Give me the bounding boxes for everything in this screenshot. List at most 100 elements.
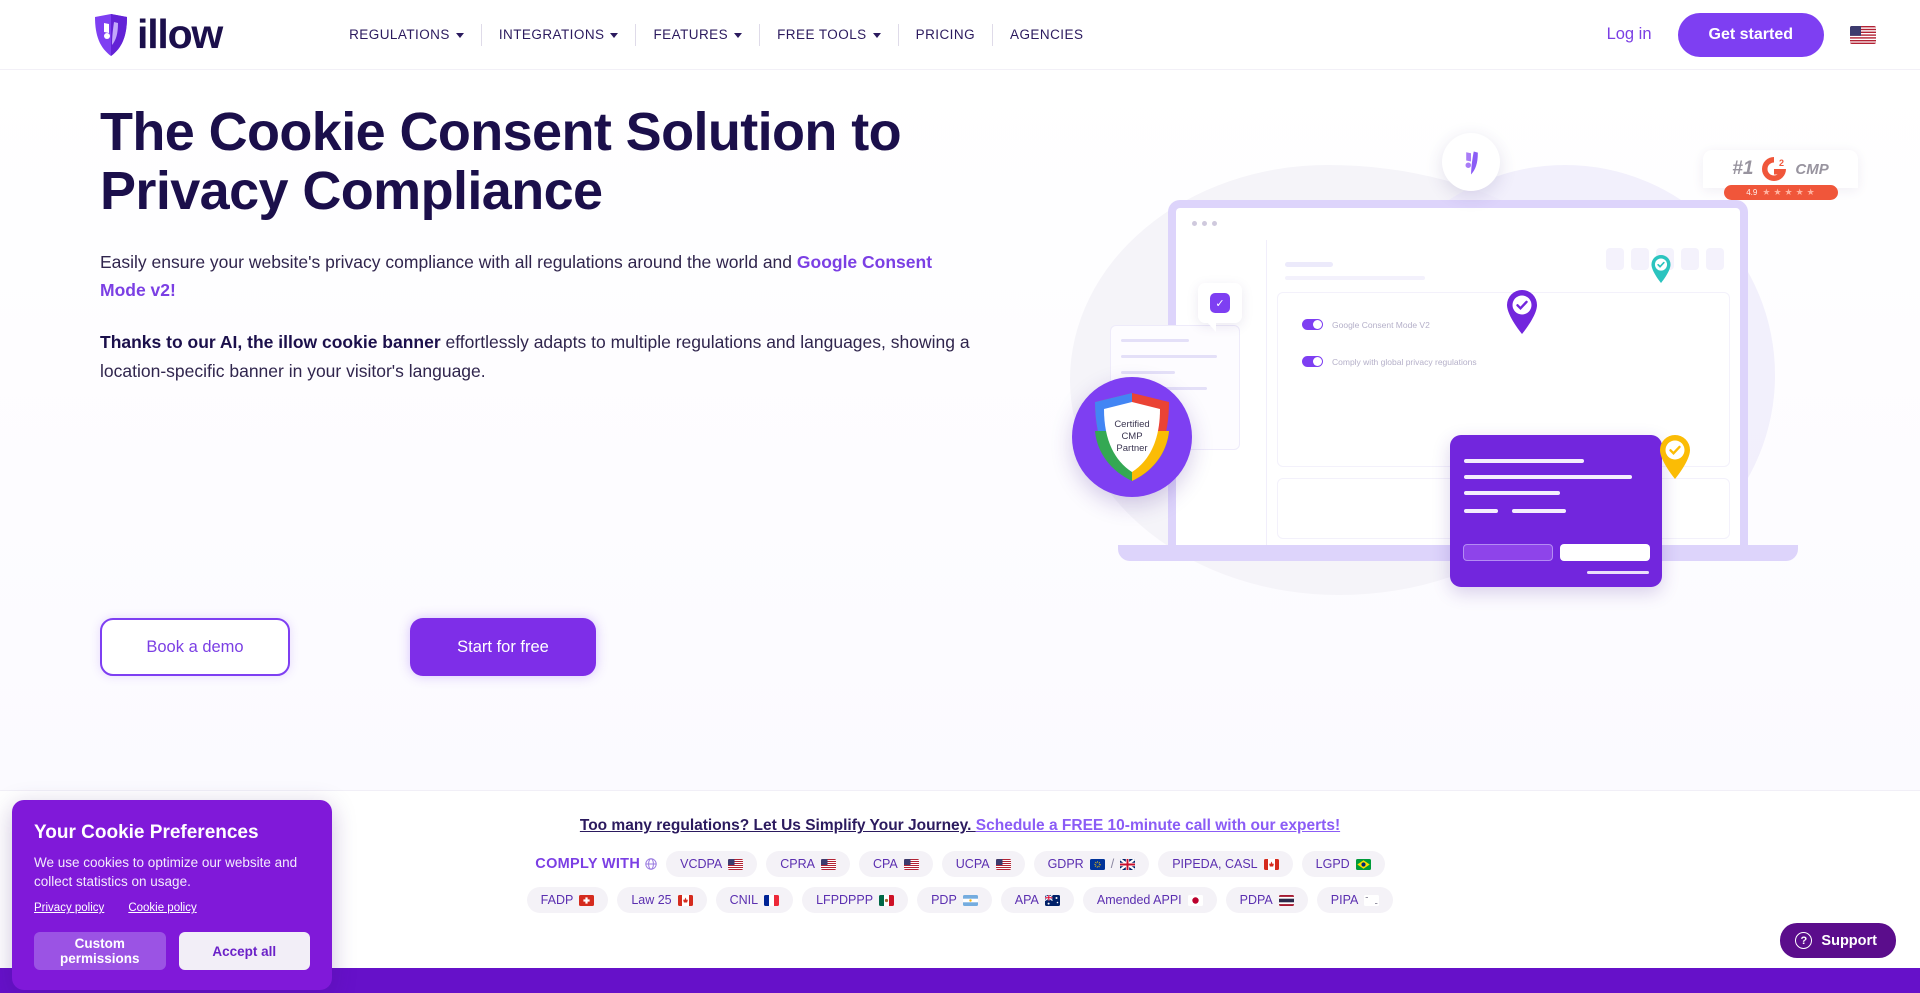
placeholder-bar bbox=[1285, 276, 1425, 280]
map-pin-teal-icon bbox=[1651, 255, 1671, 283]
accept-all-button[interactable]: Accept all bbox=[178, 932, 310, 971]
chip-label: CPRA bbox=[780, 857, 815, 871]
chip-label: FADP bbox=[540, 893, 574, 907]
globe-icon bbox=[645, 858, 657, 870]
chip-label: PIPA bbox=[1330, 893, 1359, 907]
us-flag-icon[interactable] bbox=[1850, 25, 1876, 44]
card-fineprint bbox=[1587, 571, 1649, 574]
chip-pipa[interactable]: PIPA bbox=[1316, 887, 1394, 913]
chip-label: VCDPA bbox=[680, 857, 723, 871]
toggle-switch-on[interactable] bbox=[1302, 319, 1323, 330]
nav-item-regulations[interactable]: REGULATIONS bbox=[332, 23, 482, 46]
chip-pipeda-casl[interactable]: PIPEDA, CASL bbox=[1158, 851, 1293, 877]
nav-label: INTEGRATIONS bbox=[498, 27, 605, 42]
chip-cpa[interactable]: CPA bbox=[858, 851, 933, 877]
ar-flag-icon bbox=[962, 894, 978, 906]
chevron-down-icon bbox=[734, 33, 743, 38]
main-nav: REGULATIONS INTEGRATIONS FEATURES FREE T… bbox=[332, 0, 1100, 69]
schedule-call-link[interactable]: Schedule a FREE 10-minute call with our … bbox=[976, 817, 1340, 834]
chip-apa[interactable]: APA bbox=[1000, 887, 1074, 913]
logo-text: illow bbox=[137, 11, 223, 57]
ca-flag-icon bbox=[1263, 858, 1279, 870]
cmp-line-2: CMP bbox=[1121, 431, 1143, 443]
hero-lead-secondary: Thanks to our AI, the illow cookie banne… bbox=[100, 328, 980, 385]
illow-shield-icon bbox=[1465, 151, 1478, 174]
logo[interactable]: illow bbox=[92, 11, 223, 57]
hero-section: The Cookie Consent Solution to Privacy C… bbox=[0, 70, 1920, 790]
cookie-policy-link[interactable]: Cookie policy bbox=[128, 902, 196, 914]
nav-label: FEATURES bbox=[653, 27, 729, 42]
cmp-line-1: Certified bbox=[1114, 419, 1150, 430]
headline-line-2: Privacy Compliance bbox=[100, 161, 603, 222]
nav-item-integrations[interactable]: INTEGRATIONS bbox=[482, 23, 637, 46]
chip-label: LGPD bbox=[1315, 857, 1350, 871]
chip-lgpd[interactable]: LGPD bbox=[1301, 851, 1385, 877]
cmp-badge-text: Certified CMP Partner bbox=[1072, 419, 1192, 455]
illow-shield-icon bbox=[95, 13, 127, 56]
book-a-demo-button[interactable]: Book a demo bbox=[100, 618, 290, 676]
chip-label: LFPDPPP bbox=[816, 893, 874, 907]
login-link[interactable]: Log in bbox=[1607, 25, 1652, 44]
toggle-row-global[interactable]: Comply with global privacy regulations bbox=[1302, 356, 1729, 367]
toggle-switch-on[interactable] bbox=[1302, 356, 1323, 367]
card-button-accept bbox=[1560, 544, 1650, 561]
placeholder-bar bbox=[1285, 262, 1333, 267]
speech-bubble: ✓ bbox=[1198, 283, 1242, 332]
cookie-consent-banner: Your Cookie Preferences We use cookies t… bbox=[12, 800, 332, 991]
start-for-free-button[interactable]: Start for free bbox=[410, 618, 596, 676]
chip-fadp[interactable]: FADP bbox=[526, 887, 609, 913]
chevron-down-icon bbox=[872, 33, 881, 38]
site-header: illow REGULATIONS INTEGRATIONS FEATURES … bbox=[0, 0, 1920, 70]
nav-item-features[interactable]: FEATURES bbox=[636, 23, 761, 46]
chip-label: PIPEDA, CASL bbox=[1172, 857, 1258, 871]
illow-float-badge bbox=[1442, 133, 1500, 191]
us-flag-icon bbox=[903, 858, 919, 870]
chip-label: CNIL bbox=[729, 893, 759, 907]
chip-pdp[interactable]: PDP bbox=[917, 887, 992, 913]
chip-ucpa[interactable]: UCPA bbox=[941, 851, 1025, 877]
chip-label: APA bbox=[1014, 893, 1039, 907]
chevron-down-icon bbox=[455, 33, 464, 38]
support-widget[interactable]: ? Support bbox=[1780, 923, 1896, 958]
chip-vcdpa[interactable]: VCDPA bbox=[666, 851, 758, 877]
cookie-banner-buttons: Custom permissions Accept all bbox=[34, 932, 310, 971]
chip-amended-appi[interactable]: Amended APPI bbox=[1082, 887, 1217, 913]
hero-lead-text: Easily ensure your website's privacy com… bbox=[100, 251, 797, 272]
map-pin-yellow-icon bbox=[1660, 435, 1690, 479]
get-started-button[interactable]: Get started bbox=[1677, 12, 1824, 57]
fr-flag-icon bbox=[764, 894, 780, 906]
chip-pdpa[interactable]: PDPA bbox=[1225, 887, 1308, 913]
jp-flag-icon bbox=[1187, 894, 1203, 906]
nav-label: FREE TOOLS bbox=[777, 27, 867, 42]
ch-flag-icon bbox=[579, 894, 595, 906]
bank-icon bbox=[1706, 248, 1724, 270]
cmp-line-3: Partner bbox=[1116, 443, 1148, 455]
code-icon bbox=[1606, 248, 1624, 270]
chip-law-25[interactable]: Law 25 bbox=[617, 887, 707, 913]
consent-banner-card bbox=[1450, 435, 1662, 587]
us-flag-icon bbox=[728, 858, 744, 870]
privacy-policy-link[interactable]: Privacy policy bbox=[34, 902, 104, 914]
toggle-label-global: Comply with global privacy regulations bbox=[1332, 356, 1477, 367]
chip-lfpdppp[interactable]: LFPDPPP bbox=[802, 887, 909, 913]
hero-illustration: Google Consent Mode V2 Comply with globa… bbox=[1050, 105, 1880, 675]
kr-flag-icon bbox=[1364, 894, 1380, 906]
toggle-label-gcm: Google Consent Mode V2 bbox=[1332, 319, 1430, 330]
chevron-down-icon bbox=[610, 33, 619, 38]
cookie-banner-title: Your Cookie Preferences bbox=[34, 822, 259, 843]
card-button-custom bbox=[1463, 544, 1553, 561]
chip-label: CPA bbox=[872, 857, 898, 871]
chip-cpra[interactable]: CPRA bbox=[766, 851, 850, 877]
chip-gdpr[interactable]: GDPR / bbox=[1033, 851, 1150, 877]
chip-label: PDPA bbox=[1239, 893, 1273, 907]
chip-cnil[interactable]: CNIL bbox=[715, 887, 794, 913]
chip-label: GDPR bbox=[1047, 857, 1084, 871]
custom-permissions-button[interactable]: Custom permissions bbox=[34, 932, 166, 971]
hero-lead: Easily ensure your website's privacy com… bbox=[100, 248, 965, 305]
nav-item-agencies[interactable]: AGENCIES bbox=[993, 24, 1100, 46]
nav-item-free-tools[interactable]: FREE TOOLS bbox=[760, 23, 899, 46]
nav-item-pricing[interactable]: PRICING bbox=[899, 23, 994, 46]
br-flag-icon bbox=[1355, 858, 1371, 870]
th-flag-icon bbox=[1278, 894, 1294, 906]
headline-line-1: The Cookie Consent Solution to bbox=[100, 102, 902, 162]
